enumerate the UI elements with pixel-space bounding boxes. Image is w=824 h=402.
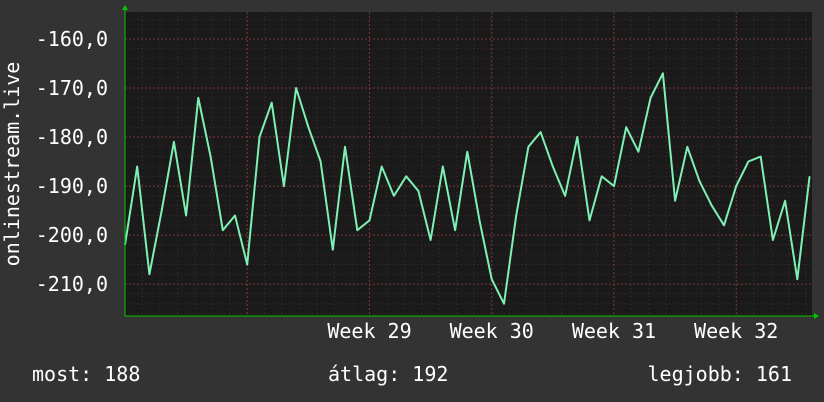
x-axis-arrow: [814, 313, 819, 319]
x-axis-tick-labels: Week 29 Week 30 Week 31 Week 32: [327, 319, 778, 343]
x-tick-label: Week 29: [327, 319, 411, 343]
stat-current: most: 188: [32, 362, 141, 386]
x-tick-label: Week 31: [572, 319, 656, 343]
y-tick-label: -160,0: [36, 27, 108, 51]
summary-stats: most: 188 átlag: 192 legjobb: 161: [0, 362, 824, 390]
y-tick-label: -190,0: [36, 174, 108, 198]
stat-average: átlag: 192: [328, 362, 449, 386]
y-tick-label: -200,0: [36, 223, 108, 247]
y-axis-arrow: [122, 5, 128, 10]
line-chart: -160,0 -170,0 -180,0 -190,0 -200,0 -210,0 Wee…: [0, 5, 819, 343]
x-tick-label: Week 30: [450, 319, 534, 343]
x-tick-label: Week 32: [694, 319, 778, 343]
y-axis-label: onlinestream.live: [0, 62, 24, 267]
y-axis-tick-labels: -160,0 -170,0 -180,0 -190,0 -200,0 -210,0: [36, 27, 108, 296]
y-tick-label: -210,0: [36, 272, 108, 296]
y-tick-label: -180,0: [36, 125, 108, 149]
stat-best: legjobb: 161: [647, 362, 793, 386]
y-tick-label: -170,0: [36, 76, 108, 100]
